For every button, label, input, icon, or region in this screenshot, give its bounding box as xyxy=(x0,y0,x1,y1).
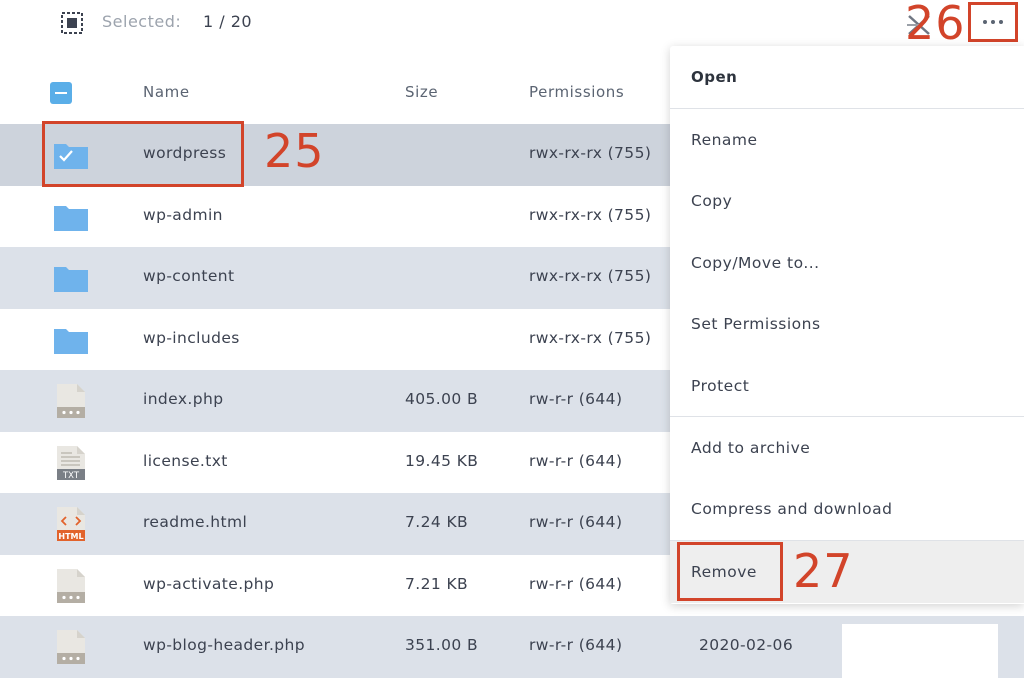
file-name[interactable]: wp-content xyxy=(143,267,234,285)
menu-item-add-to-archive[interactable]: Add to archive xyxy=(670,417,1024,479)
menu-item-label: Copy/Move to... xyxy=(691,253,820,272)
header-name[interactable]: Name xyxy=(143,83,190,101)
menu-item-compress-download[interactable]: Compress and download xyxy=(670,479,1024,541)
file-name[interactable]: index.php xyxy=(143,390,223,408)
header-permissions[interactable]: Permissions xyxy=(529,83,624,101)
annotation-number-25: 25 xyxy=(264,124,325,178)
menu-item-label: Set Permissions xyxy=(691,315,821,334)
file-permissions: rw-r-r (644) xyxy=(529,513,623,531)
context-menu: Open Rename Copy Copy/Move to... Set Per… xyxy=(670,46,1024,604)
menu-item-set-permissions[interactable]: Set Permissions xyxy=(670,294,1024,356)
file-name[interactable]: readme.html xyxy=(143,513,247,531)
file-permissions: rw-r-r (644) xyxy=(529,451,623,470)
txt-file-icon: TXT xyxy=(57,445,85,481)
file-name[interactable]: wp-includes xyxy=(143,329,240,347)
file-permissions: rw-r-r (644) xyxy=(529,636,623,654)
menu-item-rename[interactable]: Rename xyxy=(670,109,1024,171)
html-badge: HTML xyxy=(58,532,83,541)
menu-item-label: Rename xyxy=(691,130,758,149)
menu-item-label: Protect xyxy=(691,376,750,395)
file-size: 19.45 KB xyxy=(405,451,479,470)
annotation-box-27 xyxy=(677,542,783,601)
file-name[interactable]: wp-activate.php xyxy=(143,575,274,593)
select-all-checkbox[interactable] xyxy=(50,82,72,104)
annotation-number-27: 27 xyxy=(793,544,854,598)
php-file-icon xyxy=(57,568,85,603)
file-name[interactable]: license.txt xyxy=(143,452,228,470)
folder-icon xyxy=(54,205,88,231)
annotation-box-25 xyxy=(42,121,244,187)
file-size: 7.21 KB xyxy=(405,574,469,593)
file-permissions: rw-r-r (644) xyxy=(529,574,623,593)
file-name[interactable]: wp-admin xyxy=(143,206,223,224)
folder-icon xyxy=(54,328,88,354)
menu-item-label: Open xyxy=(691,67,738,86)
more-dots-icon xyxy=(983,20,1003,24)
file-permissions: rw-r-r (644) xyxy=(529,390,623,408)
html-file-icon: HTML xyxy=(57,507,85,541)
select-all-icon[interactable] xyxy=(61,12,83,34)
menu-item-copy-move[interactable]: Copy/Move to... xyxy=(670,232,1024,294)
menu-item-label: Add to archive xyxy=(691,438,811,457)
php-file-icon xyxy=(57,630,85,664)
selected-count: 1 / 20 xyxy=(203,12,253,31)
file-size: 7.24 KB xyxy=(405,513,469,531)
file-size: 351.00 B xyxy=(405,636,478,654)
blank-panel xyxy=(842,624,998,680)
file-permissions: rwx-rx-rx (755) xyxy=(529,328,652,347)
php-file-icon xyxy=(57,384,85,418)
file-size: 405.00 B xyxy=(405,390,478,408)
menu-item-protect[interactable]: Protect xyxy=(670,355,1024,417)
file-permissions: rwx-rx-rx (755) xyxy=(529,205,652,224)
menu-item-open[interactable]: Open xyxy=(670,46,1024,108)
file-name[interactable]: wp-blog-header.php xyxy=(143,636,305,654)
header-size[interactable]: Size xyxy=(405,83,438,101)
menu-item-label: Copy xyxy=(691,192,733,211)
menu-item-label: Compress and download xyxy=(691,500,893,519)
txt-badge: TXT xyxy=(62,471,80,481)
file-date: 2020-02-06 xyxy=(699,636,794,654)
menu-item-copy[interactable]: Copy xyxy=(670,171,1024,233)
folder-icon xyxy=(54,267,88,292)
file-permissions: rwx-rx-rx (755) xyxy=(529,267,652,285)
more-actions-button[interactable] xyxy=(968,2,1018,42)
file-permissions: rwx-rx-rx (755) xyxy=(529,144,652,162)
annotation-number-26: 26 xyxy=(905,0,966,50)
selected-label: Selected: xyxy=(102,12,182,31)
